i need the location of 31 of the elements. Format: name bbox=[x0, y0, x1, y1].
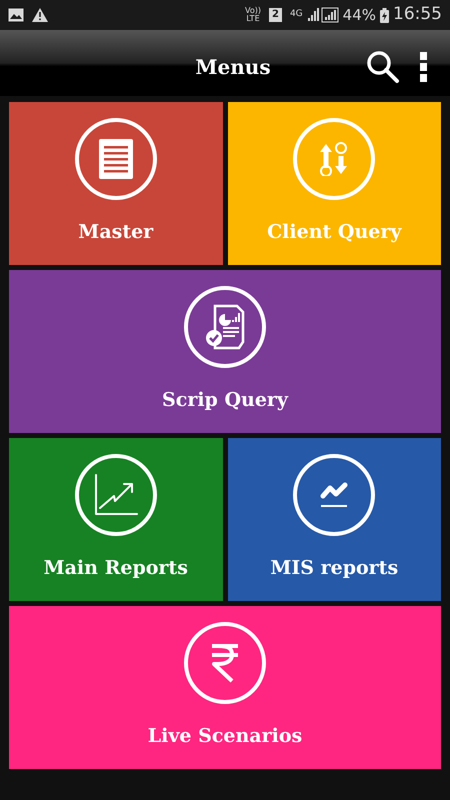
overflow-menu-button[interactable] bbox=[420, 52, 427, 82]
menu-tile[interactable]: Live Scenarios bbox=[9, 606, 441, 769]
tile-label: Client Query bbox=[267, 220, 402, 246]
tile-label: Master bbox=[78, 220, 154, 246]
document-icon bbox=[98, 138, 134, 180]
exchange-arrows-icon bbox=[319, 142, 350, 176]
sim-badge: 2 bbox=[268, 8, 282, 22]
menu-tile[interactable]: MIS reports bbox=[228, 438, 441, 601]
search-icon bbox=[366, 50, 400, 84]
menu-tile[interactable]: Scrip Query bbox=[9, 270, 441, 433]
app-bar-title: Menus bbox=[195, 54, 271, 81]
volte-indicator: Vo)) bbox=[244, 7, 261, 15]
search-button[interactable] bbox=[366, 50, 400, 84]
tile-label: MIS reports bbox=[270, 556, 398, 582]
rising-chart-icon bbox=[94, 474, 138, 516]
tile-label: Main Reports bbox=[44, 556, 188, 582]
battery-percentage: 44% bbox=[342, 4, 376, 26]
battery-charging-icon bbox=[380, 8, 389, 22]
lte-indicator: LTE bbox=[246, 15, 260, 23]
tile-label: Scrip Query bbox=[162, 388, 288, 414]
tile-label: Live Scenarios bbox=[148, 724, 302, 750]
trend-line-icon bbox=[320, 482, 348, 508]
signal-icon bbox=[306, 7, 339, 23]
menu-tile[interactable]: Main Reports bbox=[9, 438, 222, 601]
network-type: 4G bbox=[290, 8, 303, 22]
menu-tile[interactable]: Master bbox=[9, 102, 222, 265]
warning-icon bbox=[32, 8, 48, 22]
image-icon bbox=[8, 8, 24, 22]
rupee-icon bbox=[210, 643, 240, 683]
report-check-icon bbox=[205, 304, 245, 350]
clock: 16:55 bbox=[393, 3, 442, 26]
